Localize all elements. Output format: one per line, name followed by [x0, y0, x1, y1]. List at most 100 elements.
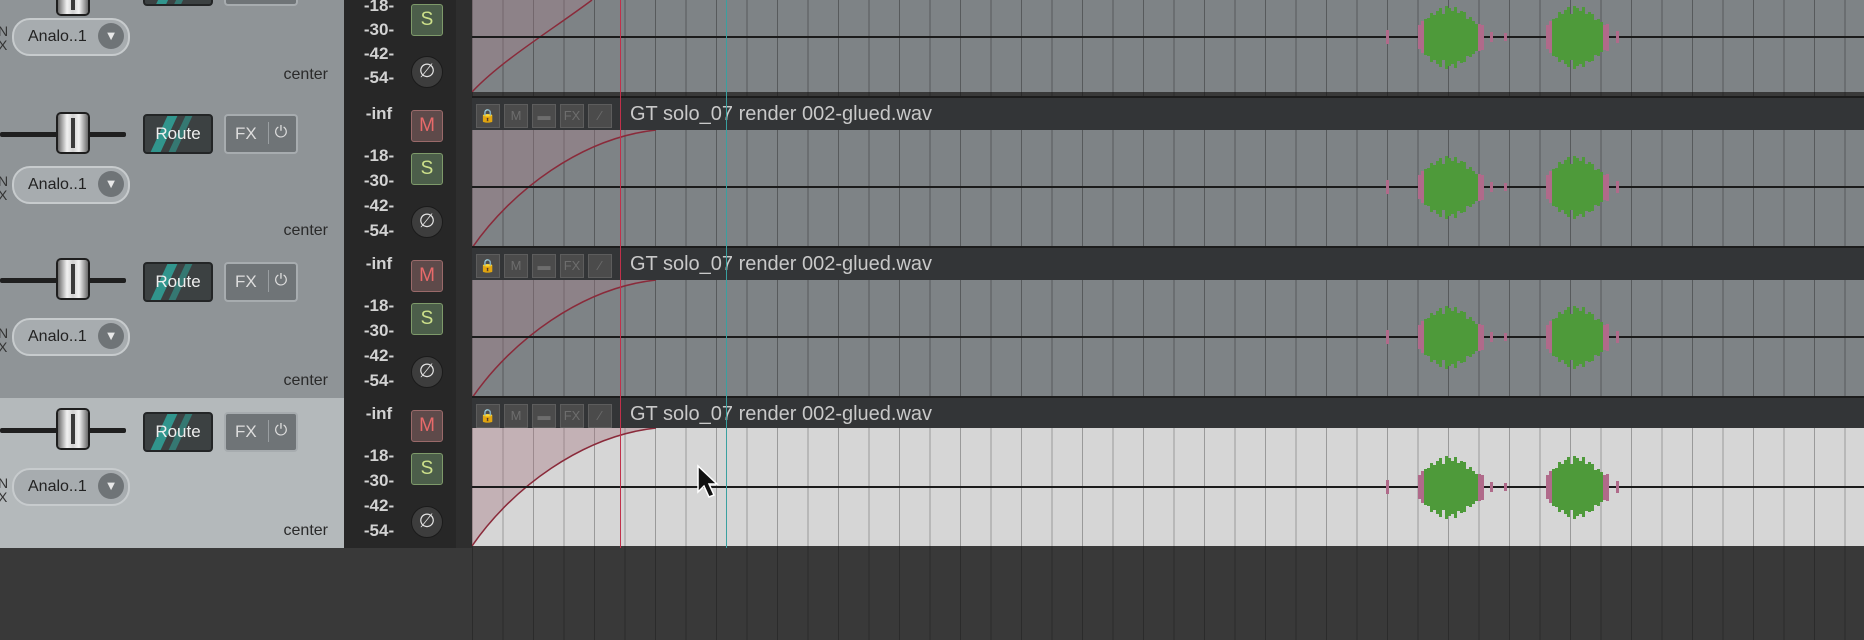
db-tick: -30-: [363, 321, 395, 340]
waveform-bar: [1481, 324, 1484, 350]
waveform-bar: [1481, 174, 1484, 200]
input-label: Analo..1: [28, 328, 87, 345]
waveform-bar: [1606, 473, 1609, 501]
waveform-centerline: [472, 186, 1864, 188]
db-tick: -42-: [363, 44, 395, 63]
track-panel-4[interactable]: Route FX ⏻ N X Analo..1 ▼ center: [0, 398, 344, 549]
phase-invert-button[interactable]: ∅: [411, 506, 443, 538]
track-panel-1[interactable]: N X Analo..1 ▼ center: [0, 0, 344, 93]
track-lane-1[interactable]: [472, 0, 1864, 92]
route-button[interactable]: Route: [143, 262, 213, 302]
waveform-transient: [1616, 31, 1619, 43]
db-tick: -42-: [363, 346, 395, 365]
notes-icon[interactable]: ▬: [532, 104, 556, 128]
input-label: Analo..1: [28, 478, 87, 495]
pan-label[interactable]: center: [284, 222, 328, 240]
empty-track-area[interactable]: [0, 548, 344, 640]
volume-fader[interactable]: [58, 114, 88, 152]
pan-label[interactable]: center: [284, 66, 328, 84]
track-lane-3[interactable]: [472, 280, 1864, 398]
item-name: GT solo_07 render 002-glued.wav: [630, 103, 933, 125]
volume-fader[interactable]: [58, 260, 88, 298]
media-item-header[interactable]: 🔒 M ▬ FX ∕ GT solo_07 render 002-glued.w…: [472, 396, 1864, 430]
input-select[interactable]: Analo..1 ▼: [12, 18, 130, 56]
fx-label: FX: [235, 272, 257, 291]
media-item-header[interactable]: 🔒 M ▬ FX ∕ GT solo_07 render 002-glued.w…: [472, 246, 1864, 280]
notes-icon[interactable]: ▬: [532, 254, 556, 278]
chevron-down-icon: ▼: [98, 473, 124, 499]
mute-button[interactable]: M: [411, 260, 443, 292]
lock-icon[interactable]: 🔒: [476, 404, 500, 428]
notes-icon[interactable]: ▬: [532, 404, 556, 428]
power-icon[interactable]: ⏻: [268, 122, 293, 144]
waveform-centerline: [472, 486, 1864, 488]
waveform-transient: [1504, 33, 1507, 41]
volume-fader[interactable]: [58, 0, 88, 14]
mute-button[interactable]: M: [411, 410, 443, 442]
phase-invert-button[interactable]: ∅: [411, 206, 443, 238]
waveform-transient: [1504, 483, 1507, 491]
waveform-transient: [1616, 181, 1619, 193]
fade-in-curve[interactable]: [472, 0, 672, 92]
track-panel-3[interactable]: Route FX ⏻ N X Analo..1 ▼ center: [0, 248, 344, 399]
route-button[interactable]: Route: [143, 114, 213, 154]
lock-icon[interactable]: 🔒: [476, 104, 500, 128]
chevron-down-icon: ▼: [98, 23, 124, 49]
db-tick: -54-: [363, 371, 395, 390]
track-lane-4[interactable]: [472, 428, 1864, 546]
media-item-header[interactable]: 🔒 M ▬ FX ∕ GT solo_07 render 002-glued.w…: [472, 96, 1864, 130]
fx-icon[interactable]: FX: [560, 404, 584, 428]
pan-label[interactable]: center: [284, 372, 328, 390]
input-select[interactable]: Analo..1 ▼: [12, 166, 130, 204]
envelope-icon[interactable]: ∕: [588, 104, 612, 128]
envelope-icon[interactable]: ∕: [588, 254, 612, 278]
lock-icon[interactable]: 🔒: [476, 254, 500, 278]
fx-button[interactable]: FX ⏻: [224, 114, 298, 154]
track-divider: [456, 398, 472, 548]
phase-invert-button[interactable]: ∅: [411, 56, 443, 88]
input-label: Analo..1: [28, 176, 87, 193]
db-tick: -42-: [363, 496, 395, 515]
waveform-centerline: [472, 336, 1864, 338]
fx-icon[interactable]: FX: [560, 254, 584, 278]
db-tick: -54-: [363, 221, 395, 240]
edit-cursor[interactable]: [620, 0, 621, 548]
mute-button[interactable]: M: [411, 110, 443, 142]
route-button[interactable]: [143, 0, 213, 6]
track-panel-2[interactable]: Route FX ⏻ N X Analo..1 ▼ center: [0, 92, 344, 249]
chevron-down-icon: ▼: [98, 171, 124, 197]
waveform-transient: [1386, 480, 1389, 494]
power-icon[interactable]: ⏻: [268, 270, 293, 292]
waveform: [1378, 2, 1619, 72]
io-label-in: N: [0, 23, 9, 39]
route-button[interactable]: Route: [143, 412, 213, 452]
pan-label[interactable]: center: [284, 522, 328, 540]
fx-button[interactable]: FX ⏻: [224, 262, 298, 302]
fx-button[interactable]: [224, 0, 298, 6]
mute-item-icon[interactable]: M: [504, 254, 528, 278]
input-select[interactable]: Analo..1 ▼: [12, 468, 130, 506]
track-lane-2[interactable]: [472, 130, 1864, 248]
waveform-bar: [1606, 173, 1609, 201]
phase-invert-button[interactable]: ∅: [411, 356, 443, 388]
mute-item-icon[interactable]: M: [504, 104, 528, 128]
mouse-pointer-icon: [697, 464, 719, 498]
fx-icon[interactable]: FX: [560, 104, 584, 128]
solo-button[interactable]: S: [411, 453, 443, 485]
fx-button[interactable]: FX ⏻: [224, 412, 298, 452]
fade-in-curve[interactable]: [472, 280, 672, 398]
waveform-transient: [1386, 330, 1389, 344]
solo-button[interactable]: S: [411, 303, 443, 335]
power-icon[interactable]: ⏻: [268, 420, 293, 442]
io-label-in: N: [0, 475, 9, 491]
peak-readout: -inf: [365, 404, 393, 423]
input-select[interactable]: Analo..1 ▼: [12, 318, 130, 356]
solo-button[interactable]: S: [411, 153, 443, 185]
volume-fader[interactable]: [58, 410, 88, 448]
fade-in-curve[interactable]: [472, 130, 672, 248]
solo-button[interactable]: S: [411, 4, 443, 36]
mute-item-icon[interactable]: M: [504, 404, 528, 428]
route-label: Route: [155, 272, 201, 291]
waveform-transient: [1490, 482, 1493, 492]
envelope-icon[interactable]: ∕: [588, 404, 612, 428]
